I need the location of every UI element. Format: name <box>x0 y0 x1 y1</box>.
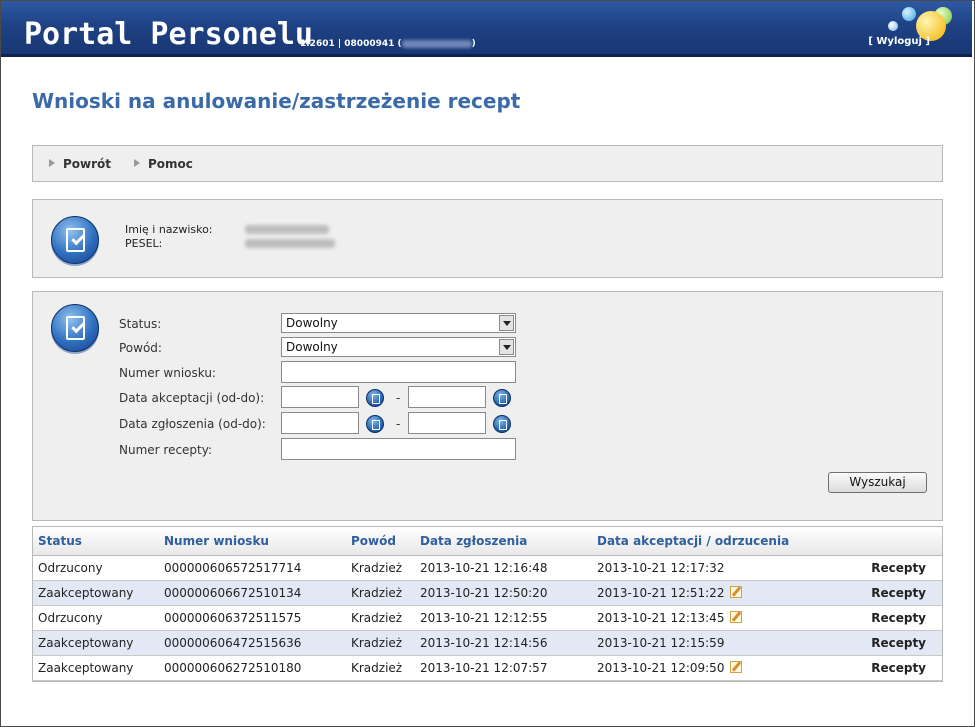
range-separator: - <box>396 391 401 405</box>
prescriptions-link[interactable]: Recepty <box>871 611 926 625</box>
help-label: Pomoc <box>148 157 193 171</box>
chevron-down-icon[interactable] <box>499 339 514 355</box>
row-decided-date: 2013-10-21 12:15:59 <box>597 635 725 650</box>
nav-bar: Powrót Pomoc <box>32 145 943 182</box>
row-number: 000000606572517714 <box>164 555 351 581</box>
request-number-input[interactable] <box>281 361 516 383</box>
status-select-value: Dowolny <box>286 316 338 330</box>
version-info: 1.2601 | 08000941 () <box>300 39 476 49</box>
request-number-label: Numer wniosku: <box>119 366 216 380</box>
col-header-reported[interactable]: Data zgłoszenia <box>420 527 597 556</box>
calendar-icon[interactable] <box>493 389 511 407</box>
help-link[interactable]: Pomoc <box>134 157 193 171</box>
table-row: Odrzucony 000000606372511575 Kradzież 20… <box>33 605 942 631</box>
reason-select[interactable]: Dowolny <box>281 337 516 357</box>
edit-note-icon[interactable] <box>730 660 743 673</box>
name-label: Imię i nazwisko: <box>125 223 213 236</box>
row-number: 000000606672510134 <box>164 580 351 606</box>
row-reason: Kradzież <box>351 605 420 631</box>
prescription-number-label: Numer recepty: <box>119 443 213 457</box>
row-status: Odrzucony <box>33 605 164 631</box>
row-decided-date: 2013-10-21 12:09:50 <box>597 660 725 675</box>
edit-note-icon[interactable] <box>730 610 743 623</box>
row-reason: Kradzież <box>351 655 420 681</box>
row-reason: Kradzież <box>351 555 420 581</box>
search-panel: Status: Dowolny Powód: Dowolny Numer wni… <box>32 291 943 521</box>
row-reason: Kradzież <box>351 580 420 606</box>
status-label: Status: <box>119 317 162 331</box>
reason-select-value: Dowolny <box>286 340 338 354</box>
range-separator: - <box>396 417 401 431</box>
accept-date-label: Data akceptacji (od-do): <box>119 391 265 405</box>
row-reported: 2013-10-21 12:12:55 <box>420 605 597 631</box>
row-decided-date: 2013-10-21 12:17:32 <box>597 560 725 575</box>
calendar-icon[interactable] <box>366 389 384 407</box>
status-select[interactable]: Dowolny <box>281 313 516 333</box>
table-header-row: Status Numer wniosku Powód Data zgłoszen… <box>33 527 942 556</box>
chevron-down-icon[interactable] <box>499 315 514 331</box>
arrow-right-icon <box>134 159 140 167</box>
search-button[interactable]: Wyszukaj <box>828 472 927 493</box>
calendar-icon[interactable] <box>493 415 511 433</box>
version-text: 1.2601 | 08000941 ( <box>300 39 402 49</box>
row-decided-date: 2013-10-21 12:13:45 <box>597 610 725 625</box>
calendar-icon[interactable] <box>366 415 384 433</box>
app-header: Portal Personelu 1.2601 | 08000941 () [ … <box>1 1 972 57</box>
row-number: 000000606372511575 <box>164 605 351 631</box>
col-header-actions <box>867 527 942 556</box>
report-date-from-input[interactable] <box>281 412 359 434</box>
redacted-name <box>245 225 329 234</box>
pesel-label: PESEL: <box>125 237 163 250</box>
row-number: 000000606272510180 <box>164 655 351 681</box>
report-date-to-input[interactable] <box>408 412 486 434</box>
arrow-right-icon <box>49 159 55 167</box>
accept-date-from-input[interactable] <box>281 386 359 408</box>
row-reported: 2013-10-21 12:07:57 <box>420 655 597 681</box>
table-row: Zaakceptowany 000000606272510180 Kradzie… <box>33 655 942 681</box>
prescriptions-link[interactable]: Recepty <box>871 661 926 675</box>
row-decided: 2013-10-21 12:15:59 <box>597 630 867 656</box>
col-header-reason[interactable]: Powód <box>351 527 420 556</box>
row-decided: 2013-10-21 12:09:50 <box>597 655 867 681</box>
row-status: Zaakceptowany <box>33 630 164 656</box>
checked-document-icon <box>51 216 99 264</box>
version-text-end: ) <box>471 39 476 49</box>
col-header-decided[interactable]: Data akceptacji / odrzucenia <box>597 527 867 556</box>
row-status: Zaakceptowany <box>33 655 164 681</box>
col-header-number[interactable]: Numer wniosku <box>164 527 351 556</box>
prescriptions-link[interactable]: Recepty <box>871 561 926 575</box>
row-reported: 2013-10-21 12:16:48 <box>420 555 597 581</box>
row-status: Odrzucony <box>33 555 164 581</box>
edit-document-icon <box>51 304 99 352</box>
logout-link[interactable]: [ Wyloguj ] <box>868 36 930 47</box>
row-decided: 2013-10-21 12:17:32 <box>597 555 867 581</box>
row-reported: 2013-10-21 12:14:56 <box>420 630 597 656</box>
row-decided-date: 2013-10-21 12:51:22 <box>597 585 725 600</box>
col-header-status[interactable]: Status <box>33 527 164 556</box>
row-number: 000000606472515636 <box>164 630 351 656</box>
prescriptions-link[interactable]: Recepty <box>871 636 926 650</box>
prescription-number-input[interactable] <box>281 438 516 460</box>
reason-label: Powód: <box>119 341 162 355</box>
page-title: Wnioski na anulowanie/zastrzeżenie recep… <box>32 89 521 113</box>
report-date-label: Data zgłoszenia (od-do): <box>119 417 266 431</box>
results-table: Status Numer wniosku Powód Data zgłoszen… <box>32 526 943 682</box>
row-decided: 2013-10-21 12:51:22 <box>597 580 867 606</box>
row-decided: 2013-10-21 12:13:45 <box>597 605 867 631</box>
edit-note-icon[interactable] <box>730 585 743 598</box>
row-reason: Kradzież <box>351 630 420 656</box>
person-panel: Imię i nazwisko: PESEL: <box>32 199 943 278</box>
prescriptions-link[interactable]: Recepty <box>871 586 926 600</box>
accept-date-to-input[interactable] <box>408 386 486 408</box>
table-row: Zaakceptowany 000000606472515636 Kradzie… <box>33 630 942 656</box>
table-row: Zaakceptowany 000000606672510134 Kradzie… <box>33 580 942 606</box>
app-title: Portal Personelu <box>24 17 313 52</box>
row-status: Zaakceptowany <box>33 580 164 606</box>
table-row: Odrzucony 000000606572517714 Kradzież 20… <box>33 555 942 581</box>
back-label: Powrót <box>63 157 112 171</box>
redacted-pesel <box>245 239 335 248</box>
row-reported: 2013-10-21 12:50:20 <box>420 580 597 606</box>
redacted-user <box>401 39 472 48</box>
back-link[interactable]: Powrót <box>49 157 111 171</box>
